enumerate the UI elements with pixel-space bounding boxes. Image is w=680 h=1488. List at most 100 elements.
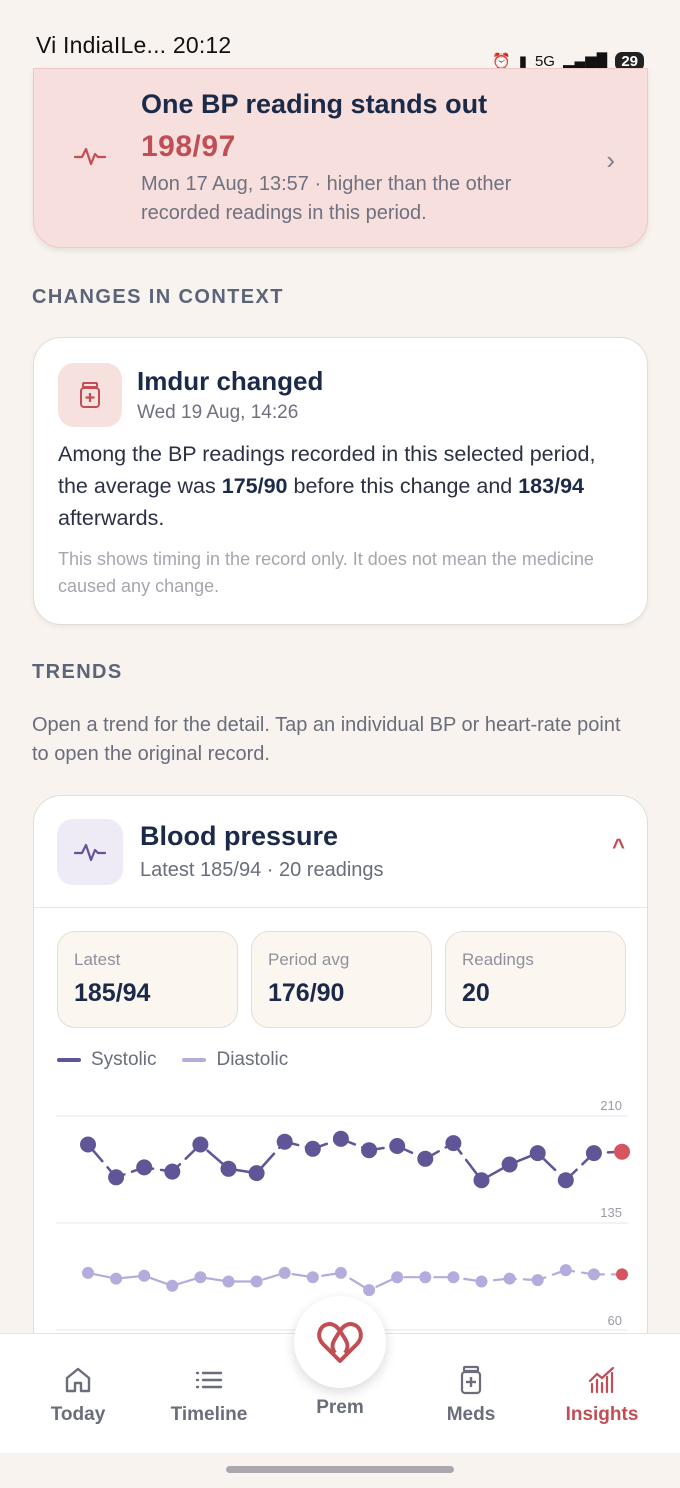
systolic-point (164, 1163, 181, 1180)
list-icon (195, 1371, 223, 1389)
diastolic-point (475, 1275, 488, 1288)
context-body-mid: before this change and (287, 474, 519, 498)
nav-label: Timeline (170, 1404, 248, 1425)
diastolic-point (587, 1268, 600, 1281)
diastolic-point (82, 1266, 94, 1279)
context-disclaimer: This shows timing in the record only. It… (58, 549, 594, 596)
stat-value: 20 (462, 979, 490, 1007)
section-label-context: CHANGES IN CONTEXT (32, 286, 284, 308)
diastolic-point (334, 1266, 347, 1279)
nav-meds[interactable]: Meds (411, 1334, 531, 1454)
nav-label-prem: Prem (316, 1397, 364, 1418)
systolic-point (361, 1142, 378, 1159)
context-change-card[interactable]: Imdur changed Wed 19 Aug, 14:26 Among th… (33, 337, 648, 625)
diastolic-point (447, 1271, 460, 1284)
stat-period-avg: Period avg 176/90 (251, 931, 432, 1028)
alert-detail: Mon 17 Aug, 13:57 · higher than the othe… (141, 173, 512, 224)
context-body-post: afterwards. (58, 506, 165, 530)
systolic-point (192, 1136, 209, 1153)
systolic-point (304, 1140, 321, 1157)
legend-label: Diastolic (216, 1049, 289, 1070)
systolic-point (276, 1133, 293, 1150)
nav-label: Today (50, 1404, 106, 1425)
nav-prem-button[interactable] (294, 1296, 386, 1388)
legend-diastolic: Diastolic (182, 1049, 288, 1071)
stat-label: Readings (462, 950, 534, 969)
insights-chart-icon (588, 1366, 615, 1394)
diastolic-point-latest (616, 1268, 628, 1281)
pulse-icon (57, 819, 123, 885)
diastolic-point (222, 1275, 235, 1288)
bp-card-title: Blood pressure (140, 821, 339, 851)
systolic-point (248, 1165, 265, 1182)
systolic-point (585, 1145, 602, 1162)
network-label: 5G (534, 52, 555, 70)
axis-tick-label: 135 (600, 1205, 622, 1220)
systolic-point (473, 1172, 490, 1189)
trends-description: Open a trend for the detail. Tap an indi… (32, 714, 621, 765)
legend-swatch (57, 1058, 81, 1062)
home-indicator (226, 1466, 454, 1473)
diastolic-point (306, 1271, 319, 1284)
stat-readings: Readings 20 (445, 931, 626, 1028)
systolic-point (501, 1156, 518, 1173)
systolic-point (108, 1169, 125, 1186)
chart-legend: Systolic Diastolic (57, 1049, 288, 1071)
diastolic-point (138, 1269, 151, 1282)
diastolic-point (194, 1271, 207, 1284)
stat-value: 185/94 (74, 979, 151, 1007)
section-label-trends: TRENDS (32, 661, 123, 683)
legend-swatch (182, 1058, 207, 1062)
diastolic-point (559, 1264, 572, 1277)
diastolic-point (250, 1275, 263, 1288)
diastolic-point (531, 1274, 544, 1287)
home-icon (65, 1367, 91, 1393)
axis-tick-label: 210 (600, 1098, 622, 1113)
nav-insights[interactable]: Insights (542, 1334, 662, 1454)
diastolic-point (503, 1272, 516, 1285)
diastolic-point (363, 1284, 376, 1297)
alert-title: One BP reading stands out (141, 89, 488, 119)
legend-systolic: Systolic (57, 1049, 156, 1071)
systolic-point (136, 1159, 153, 1176)
stat-label: Period avg (268, 950, 350, 969)
before-average: 175/90 (221, 474, 288, 498)
context-date: Wed 19 Aug, 14:26 (137, 402, 299, 423)
medicine-icon (460, 1365, 482, 1395)
axis-tick-label: 60 (608, 1313, 622, 1328)
systolic-point (389, 1138, 406, 1154)
systolic-point (417, 1150, 434, 1167)
diastolic-point (278, 1266, 291, 1279)
systolic-point (445, 1135, 462, 1152)
systolic-point-latest (614, 1143, 630, 1160)
pulse-icon (74, 147, 106, 166)
stat-value: 176/90 (268, 979, 345, 1007)
collapse-chevron-icon[interactable]: ^ (612, 834, 625, 860)
diastolic-point (166, 1279, 179, 1292)
bp-card-subtitle: Latest 185/94 · 20 readings (140, 859, 384, 881)
diastolic-point (391, 1271, 404, 1284)
bp-outlier-alert-card[interactable]: One BP reading stands out 198/97 Mon 17 … (33, 68, 648, 248)
diastolic-point (110, 1272, 123, 1285)
medicine-icon (58, 363, 122, 427)
stat-label: Latest (74, 950, 121, 969)
legend-label: Systolic (91, 1049, 157, 1070)
nav-timeline[interactable]: Timeline (149, 1334, 269, 1454)
after-average: 183/94 (518, 474, 584, 498)
nav-label: Meds (446, 1404, 496, 1425)
systolic-point (529, 1145, 546, 1162)
alert-value: 198/97 (141, 130, 236, 163)
context-body: Among the BP readings recorded in this s… (58, 438, 623, 534)
systolic-point (220, 1160, 237, 1177)
context-title: Imdur changed (137, 366, 324, 396)
nav-label: Insights (565, 1404, 639, 1425)
diastolic-point (419, 1271, 432, 1284)
systolic-point (557, 1172, 574, 1189)
divider (34, 907, 647, 908)
chevron-right-icon: › (606, 145, 615, 175)
systolic-point (332, 1130, 349, 1147)
stat-latest: Latest 185/94 (57, 931, 238, 1028)
systolic-point (80, 1136, 96, 1153)
heart-logo-icon (317, 1322, 363, 1363)
nav-today[interactable]: Today (18, 1334, 138, 1454)
